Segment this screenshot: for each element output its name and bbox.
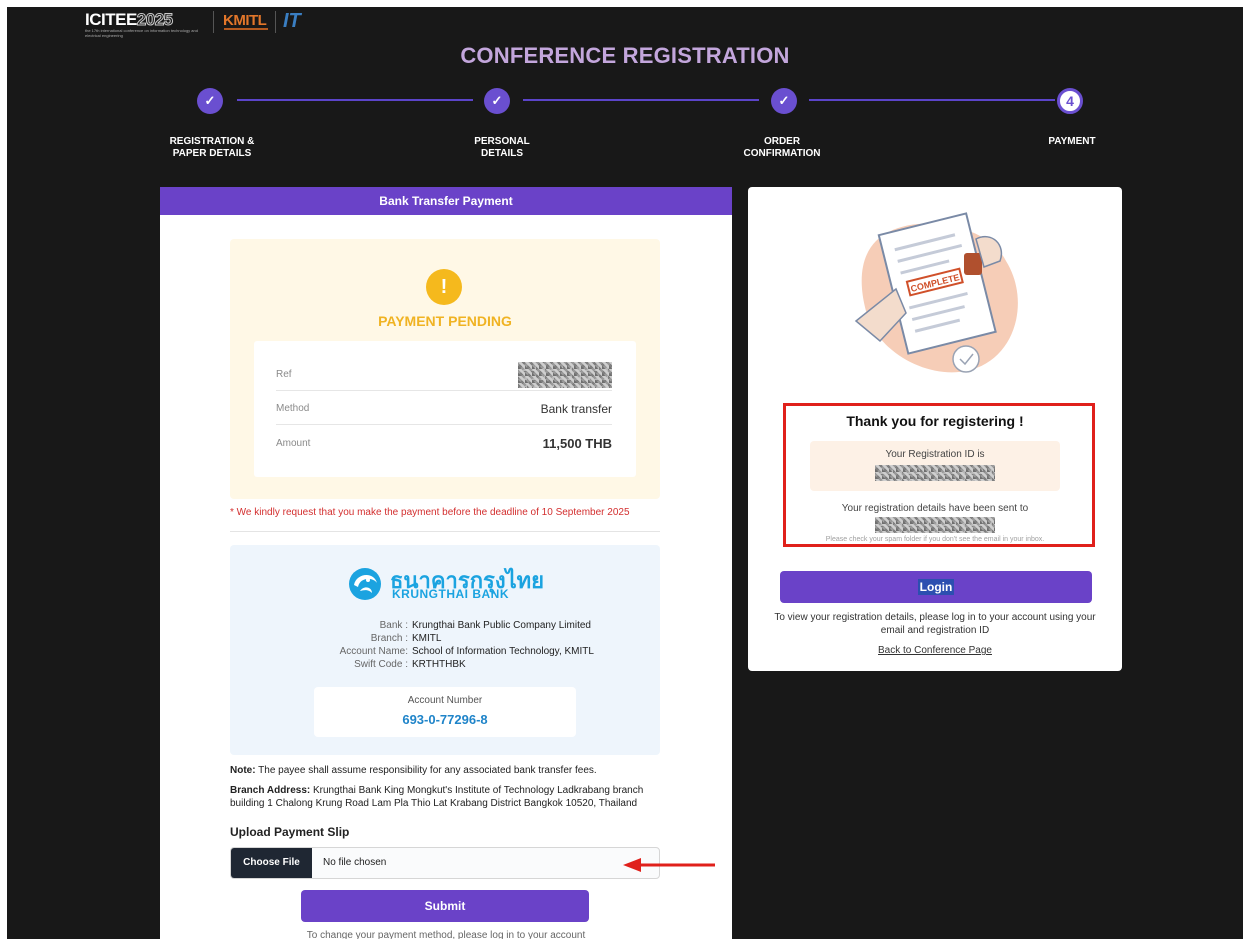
method-label: Method xyxy=(276,403,310,414)
step-connector xyxy=(237,99,473,101)
branch-address-label: Branch Address: xyxy=(230,785,311,796)
ref-label: Ref xyxy=(276,369,292,380)
bank-info-row: Bank : Krungthai Bank Public Company Limi… xyxy=(300,619,660,632)
bank-info: Bank : Krungthai Bank Public Company Limi… xyxy=(300,619,660,671)
warning-icon: ! xyxy=(426,269,462,305)
account-number-label: Account Number xyxy=(407,695,483,706)
deadline-note: * We kindly request that you make the pa… xyxy=(230,507,630,518)
submit-button[interactable]: Submit xyxy=(301,890,589,922)
account-number-box: Account Number 693-0-77296-8 xyxy=(314,687,576,737)
page-frame: ICITEE2025 the 17th international confer… xyxy=(7,7,1243,939)
payment-method-row: Method Bank transfer xyxy=(276,393,612,425)
divider xyxy=(230,531,660,532)
method-value: Bank transfer xyxy=(540,401,612,416)
icitee-logo-year: 2025 xyxy=(136,10,173,29)
file-status-text: No file chosen xyxy=(323,857,387,868)
bank-info-row: Swift Code : KRTHTHBK xyxy=(300,658,660,671)
confirmation-card: COMPLETE Thank you for registering ! You… xyxy=(748,187,1122,671)
kmitl-logo: KMITL xyxy=(223,12,267,29)
step-label-line: CONFIRMATION xyxy=(743,148,821,159)
annotation-arrow-icon xyxy=(623,858,715,872)
login-button-label: Login xyxy=(917,579,955,595)
step-3-check-icon: ✓ xyxy=(771,88,797,114)
step-2-check-icon: ✓ xyxy=(484,88,510,114)
login-info-text: To view your registration details, pleas… xyxy=(774,612,1096,636)
payment-status-box: ! PAYMENT PENDING Ref Method Bank transf… xyxy=(230,239,660,499)
step-connector xyxy=(523,99,759,101)
payment-summary: Ref Method Bank transfer Amount 11,500 T… xyxy=(254,341,636,477)
krungthai-emblem-icon xyxy=(349,568,381,600)
bank-value: Krungthai Bank Public Company Limited xyxy=(412,620,591,631)
page-title: CONFERENCE REGISTRATION xyxy=(460,43,790,68)
step-label-payment: PAYMENT xyxy=(1027,136,1117,148)
kmitl-logo-underline xyxy=(224,28,268,30)
account-number-value: 693-0-77296-8 xyxy=(402,712,488,727)
spam-folder-note: Please check your spam folder if you don… xyxy=(825,536,1045,543)
document-complete-illustration-icon: COMPLETE xyxy=(854,212,1018,373)
swift-code-value: KRTHTHBK xyxy=(412,659,466,670)
change-payment-note: To change your payment method, please lo… xyxy=(306,930,586,939)
branch-value: KMITL xyxy=(412,633,442,644)
step-4-number: 4 xyxy=(1057,88,1083,114)
payment-ref-row: Ref xyxy=(276,359,612,391)
bank-info-row: Branch : KMITL xyxy=(300,632,660,645)
ref-value-redacted xyxy=(518,361,612,388)
back-to-conference-link[interactable]: Back to Conference Page xyxy=(748,645,1122,656)
step-label-line: REGISTRATION & xyxy=(169,136,255,147)
step-label-registration: REGISTRATION & PAPER DETAILS xyxy=(147,136,277,160)
payment-slip-file-input[interactable]: Choose File No file chosen xyxy=(230,847,660,879)
registration-id-redacted xyxy=(875,465,995,481)
account-name-value: School of Information Technology, KMITL xyxy=(412,646,594,657)
registration-id-box: Your Registration ID is xyxy=(810,441,1060,491)
details-sent-label: Your registration details have been sent… xyxy=(841,503,1029,514)
step-label-line: PERSONAL xyxy=(474,136,530,147)
step-1-check-icon: ✓ xyxy=(197,88,223,114)
icitee-logo-subtitle: the 17th international conference on inf… xyxy=(85,28,198,38)
choose-file-button[interactable]: Choose File xyxy=(231,848,312,878)
swift-code-label: Swift Code : xyxy=(354,659,408,670)
login-button[interactable]: Login xyxy=(780,571,1092,603)
step-label-line: PAYMENT xyxy=(1048,136,1096,147)
note-text: The payee shall assume responsibility fo… xyxy=(255,765,597,776)
bank-details-box: ธนาคารกรุงไทย KRUNGTHAI BANK Bank : Krung… xyxy=(230,545,660,755)
payment-status: PAYMENT PENDING xyxy=(378,313,512,329)
step-connector xyxy=(809,99,1055,101)
icitee-logo-text: ICITEE xyxy=(85,10,137,29)
email-redacted xyxy=(875,517,995,533)
bank-info-row: Account Name: School of Information Techn… xyxy=(300,645,660,658)
bank-label: Bank : xyxy=(379,620,408,631)
payment-amount-row: Amount 11,500 THB xyxy=(276,427,612,459)
registration-id-label: Your Registration ID is xyxy=(885,449,985,460)
it-logo: IT xyxy=(283,10,301,32)
amount-value: 11,500 THB xyxy=(542,435,612,451)
step-label-order: ORDER CONFIRMATION xyxy=(717,136,847,160)
step-label-line: ORDER xyxy=(763,136,801,147)
thank-you-heading: Thank you for registering ! xyxy=(846,413,1024,429)
logo-divider xyxy=(275,11,276,33)
branch-label: Branch : xyxy=(370,633,408,644)
upload-slip-title: Upload Payment Slip xyxy=(230,825,350,839)
krungthai-bank-logo: ธนาคารกรุงไทย KRUNGTHAI BANK xyxy=(346,563,546,605)
step-label-personal: PERSONAL DETAILS xyxy=(437,136,567,160)
logo-divider xyxy=(213,11,214,33)
transfer-fee-note: Note: The payee shall assume responsibil… xyxy=(230,764,670,777)
branch-address: Branch Address: Krungthai Bank King Mong… xyxy=(230,784,670,810)
icitee-logo: ICITEE2025 the 17th international confer… xyxy=(85,10,213,39)
payment-card: Bank Transfer Payment ! PAYMENT PENDING … xyxy=(160,187,732,939)
step-label-line: DETAILS xyxy=(480,148,524,159)
bank-logo-english: KRUNGTHAI BANK xyxy=(392,587,509,601)
payment-card-header: Bank Transfer Payment xyxy=(160,187,732,215)
note-label: Note: xyxy=(230,765,256,776)
step-label-line: PAPER DETAILS xyxy=(172,148,252,159)
account-name-label: Account Name: xyxy=(339,646,408,657)
amount-label: Amount xyxy=(276,437,311,449)
